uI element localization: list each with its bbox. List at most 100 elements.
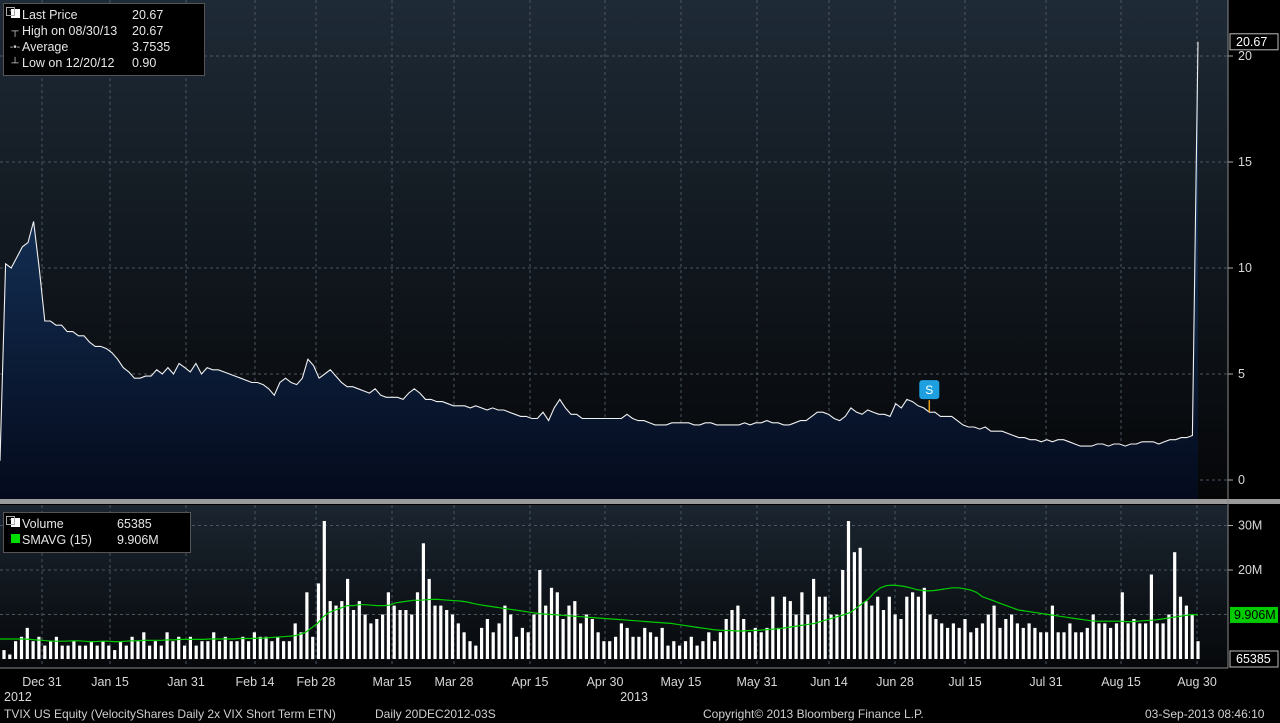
legend-row-last-price: Last Price 20.67 xyxy=(8,7,198,23)
collapse-toggle-icon[interactable]: - xyxy=(6,7,15,16)
copyright-text: Copyright© 2013 Bloomberg Finance L.P. xyxy=(703,707,924,721)
timestamp: 03-Sep-2013 08:46:10 xyxy=(1145,707,1265,721)
volume-bar xyxy=(1155,623,1159,659)
average-marker-icon: -•- xyxy=(9,41,21,53)
volume-bar xyxy=(887,596,891,659)
legend-label: Low on 12/20/12 xyxy=(22,56,115,70)
volume-bar xyxy=(1068,623,1072,659)
volume-bar xyxy=(683,641,688,659)
volume-bar xyxy=(899,619,903,659)
volume-bar xyxy=(1120,592,1124,660)
legend-value: 65385 xyxy=(117,517,152,531)
volume-bar xyxy=(183,645,187,659)
legend-label: Average xyxy=(22,40,69,54)
volume-bar xyxy=(2,650,6,659)
volume-bar xyxy=(1149,574,1153,659)
volume-bar xyxy=(812,578,816,659)
y-tick-label: 0 xyxy=(1238,473,1245,487)
volume-bar xyxy=(375,619,379,659)
volume-bar xyxy=(777,627,781,659)
legend-row-average: -•- Average 3.7535 xyxy=(8,39,198,55)
volume-bar xyxy=(235,641,239,659)
volume-bar xyxy=(980,623,985,659)
volume-bar xyxy=(1196,641,1200,659)
volume-bar xyxy=(1161,623,1165,659)
volume-bar xyxy=(223,636,227,660)
volume-bar xyxy=(66,645,70,659)
volume-bar xyxy=(625,627,629,659)
volume-bar xyxy=(1097,623,1101,659)
volume-bar xyxy=(1114,623,1119,659)
volume-bar xyxy=(858,547,862,660)
volume-bar xyxy=(404,610,408,659)
volume-bar xyxy=(1079,632,1084,659)
volume-bar xyxy=(1132,619,1136,659)
volume-bar xyxy=(1103,623,1107,659)
volume-bar xyxy=(247,641,251,659)
period-info: Daily 20DEC2012-03S xyxy=(375,707,496,721)
volume-bar xyxy=(893,614,897,659)
volume-bar xyxy=(817,596,821,659)
volume-bar xyxy=(509,614,513,659)
volume-bar xyxy=(124,645,128,659)
volume-bar xyxy=(1062,632,1066,659)
volume-bar xyxy=(322,521,326,659)
volume-bar xyxy=(590,619,594,659)
volume-bar xyxy=(282,641,286,659)
volume-bar xyxy=(718,632,722,659)
volume-bar xyxy=(846,521,851,659)
volume-bar xyxy=(596,632,600,659)
volume-bar xyxy=(922,587,926,659)
volume-bar xyxy=(72,641,76,659)
collapse-toggle-icon[interactable]: - xyxy=(6,516,15,525)
volume-bar xyxy=(1173,552,1177,659)
chart: S Dec 31 Jan 15 Jan 31 Feb 14 Feb 28 Mar 15 Ma… xyxy=(0,0,1280,704)
volume-bar xyxy=(986,614,990,659)
x-tick-label: Jul 31 xyxy=(1029,675,1062,689)
volume-bar xyxy=(742,619,746,659)
volume-bar xyxy=(526,632,530,659)
legend-value: 20.67 xyxy=(132,24,164,38)
volume-bar xyxy=(468,641,472,659)
volume-bar xyxy=(311,636,315,660)
year-label: 2012 xyxy=(4,690,32,704)
volume-bar xyxy=(631,636,635,660)
volume-bar xyxy=(392,605,396,659)
volume-bar xyxy=(759,632,763,659)
volume-bar xyxy=(19,636,24,660)
volume-bar xyxy=(561,619,565,659)
volume-bar xyxy=(881,610,886,659)
x-tick-label: Apr 30 xyxy=(587,675,624,689)
volume-bar xyxy=(666,645,670,659)
volume-bar xyxy=(95,645,99,659)
volume-bar xyxy=(206,641,210,659)
volume-bar xyxy=(695,645,699,659)
volume-bar xyxy=(1039,632,1043,659)
volume-bar xyxy=(1056,632,1060,659)
volume-bar xyxy=(503,605,507,659)
volume-bar xyxy=(707,632,711,659)
volume-bar xyxy=(1015,623,1019,659)
volume-bar xyxy=(1144,623,1148,659)
legend-row-high: ┬ High on 08/30/13 20.67 xyxy=(8,23,198,39)
footer-bar: TVIX US Equity (VelocityShares Daily 2x … xyxy=(0,706,1280,723)
volume-bar xyxy=(637,636,641,660)
legend-value: 0.90 xyxy=(132,56,157,70)
volume-bar xyxy=(992,605,996,659)
volume-bar xyxy=(724,619,728,659)
volume-bar xyxy=(654,636,658,660)
volume-bar xyxy=(229,641,233,659)
legend-label: Last Price xyxy=(22,8,78,22)
volume-bar xyxy=(514,636,519,660)
x-tick-label: Aug 30 xyxy=(1177,675,1217,689)
volume-legend: - Volume 65385 SMAVG (15) 9.906M xyxy=(3,512,191,553)
volume-bar xyxy=(957,627,961,659)
volume-bar xyxy=(794,614,798,659)
y-tick-label: 10 xyxy=(1238,261,1252,275)
volume-bar xyxy=(520,627,524,659)
volume-bar xyxy=(101,641,105,659)
volume-bar xyxy=(212,632,216,659)
volume-bar xyxy=(456,623,460,659)
volume-bar xyxy=(643,627,647,659)
volume-bar xyxy=(217,641,222,659)
